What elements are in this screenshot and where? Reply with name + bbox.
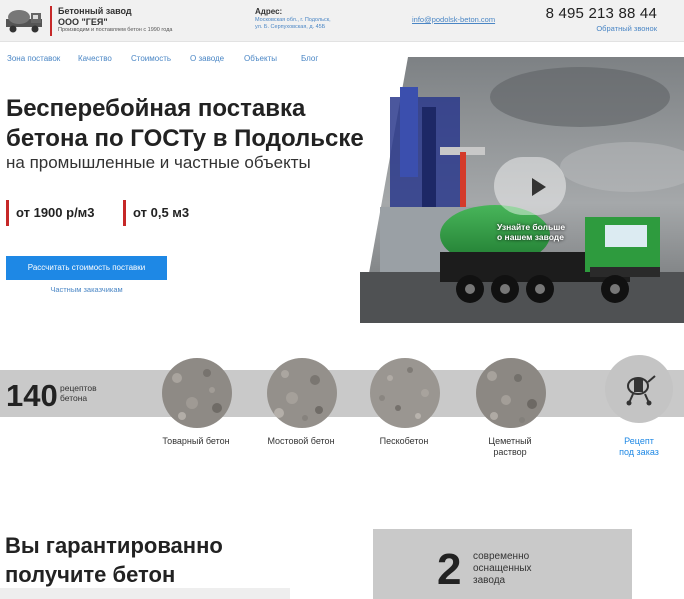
guarantee-title-line1: Вы гарантированно xyxy=(5,533,223,558)
concrete-mixer-icon xyxy=(626,375,656,406)
custom-recipe-link[interactable]: Рецепт под заказ xyxy=(600,436,678,458)
ready-mix-concrete-label-line1: Товарный бетон xyxy=(162,436,230,446)
section-strip xyxy=(0,588,290,599)
phone-number[interactable]: 8 495 213 88 44 xyxy=(546,5,657,22)
sand-concrete-label[interactable]: Пескобетон xyxy=(359,436,449,447)
plants-label-line1: современно xyxy=(473,551,530,562)
cement-mortar-label-line1: Цеметный xyxy=(488,436,532,446)
recipe-count-label-line1: рецептов xyxy=(60,383,97,393)
cement-mortar-label-line2: раствор xyxy=(493,447,527,457)
play-icon xyxy=(532,178,546,196)
nav-item-about[interactable]: О заводе xyxy=(190,54,224,63)
hero-title-line2: бетона по ГОСТу в Подольске xyxy=(6,125,364,152)
plants-label: современно оснащенных завода xyxy=(473,551,553,587)
address-text[interactable]: Московская обл., г. Подольск, ул. Б. Сер… xyxy=(255,17,365,31)
video-caption[interactable]: Узнайте больше о нашем заводе xyxy=(497,222,577,242)
bridge-concrete-image[interactable] xyxy=(267,358,337,428)
site-header: Бетонный завод ООО "ГЕЯ" Производим и по… xyxy=(0,0,684,42)
nav-item-quality[interactable]: Качество xyxy=(78,54,112,63)
company-name-line1: Бетонный завод xyxy=(58,6,132,16)
sand-concrete-label-line1: Пескобетон xyxy=(379,436,429,446)
play-video-button[interactable] xyxy=(494,157,566,215)
address-line2: ул. Б. Серпуховская, д. 45Б xyxy=(255,24,326,30)
nav-item-delivery-zone[interactable]: Зона поставок xyxy=(7,54,60,63)
concrete-mixer-logo-icon[interactable] xyxy=(5,7,43,35)
hero-title: Бесперебойная поставка бетона по ГОСТу в… xyxy=(6,94,386,154)
nav-item-blog[interactable]: Блог xyxy=(301,54,318,63)
recipe-count-label-line2: бетона xyxy=(60,393,88,403)
cement-mortar-label[interactable]: Цеметный раствор xyxy=(465,436,555,458)
address-label: Адрес: xyxy=(255,7,283,16)
price-badge: от 1900 р/м3 xyxy=(6,200,95,226)
private-customers-link[interactable]: Частным заказчикам xyxy=(6,285,167,294)
callback-link[interactable]: Обратный звонок xyxy=(596,24,657,33)
custom-recipe-link-line2: под заказ xyxy=(619,447,659,457)
custom-recipe-link-line1: Рецепт xyxy=(624,436,654,446)
plants-label-line2: оснащенных xyxy=(473,563,532,574)
nav-item-projects[interactable]: Объекты xyxy=(244,54,277,63)
address-line1: Московская обл., г. Подольск, xyxy=(255,17,331,23)
hero-subtitle: на промышленные и частные объекты xyxy=(6,153,311,172)
recipe-count: 140 xyxy=(6,378,58,413)
guarantee-title: Вы гарантированно получите бетон xyxy=(5,531,305,589)
company-tagline: Производим и поставляем бетон с 1990 год… xyxy=(58,27,173,33)
hero-title-line1: Бесперебойная поставка xyxy=(6,95,306,122)
logo-divider xyxy=(50,6,52,36)
video-caption-line2: о нашем заводе xyxy=(497,232,564,242)
bridge-concrete-label-line1: Мостовой бетон xyxy=(267,436,335,446)
plants-count: 2 xyxy=(437,545,462,594)
plants-label-line3: завода xyxy=(473,575,506,586)
ready-mix-concrete-label[interactable]: Товарный бетон xyxy=(151,436,241,447)
cement-mortar-image[interactable] xyxy=(476,358,546,428)
min-volume-badge: от 0,5 м3 xyxy=(123,200,189,226)
video-caption-line1: Узнайте больше xyxy=(497,222,566,232)
recipe-count-label: рецептов бетона xyxy=(60,383,120,403)
company-name: Бетонный завод ООО "ГЕЯ" xyxy=(58,6,132,28)
guarantee-title-line2: получите бетон xyxy=(5,562,176,587)
ready-mix-concrete-image[interactable] xyxy=(162,358,232,428)
calculate-cost-button[interactable]: Рассчитать стоимость поставки xyxy=(6,256,167,280)
nav-item-price[interactable]: Стоимость xyxy=(131,54,171,63)
bridge-concrete-label[interactable]: Мостовой бетон xyxy=(256,436,346,447)
email-link[interactable]: info@podolsk-beton.com xyxy=(412,15,495,24)
sand-concrete-image[interactable] xyxy=(370,358,440,428)
